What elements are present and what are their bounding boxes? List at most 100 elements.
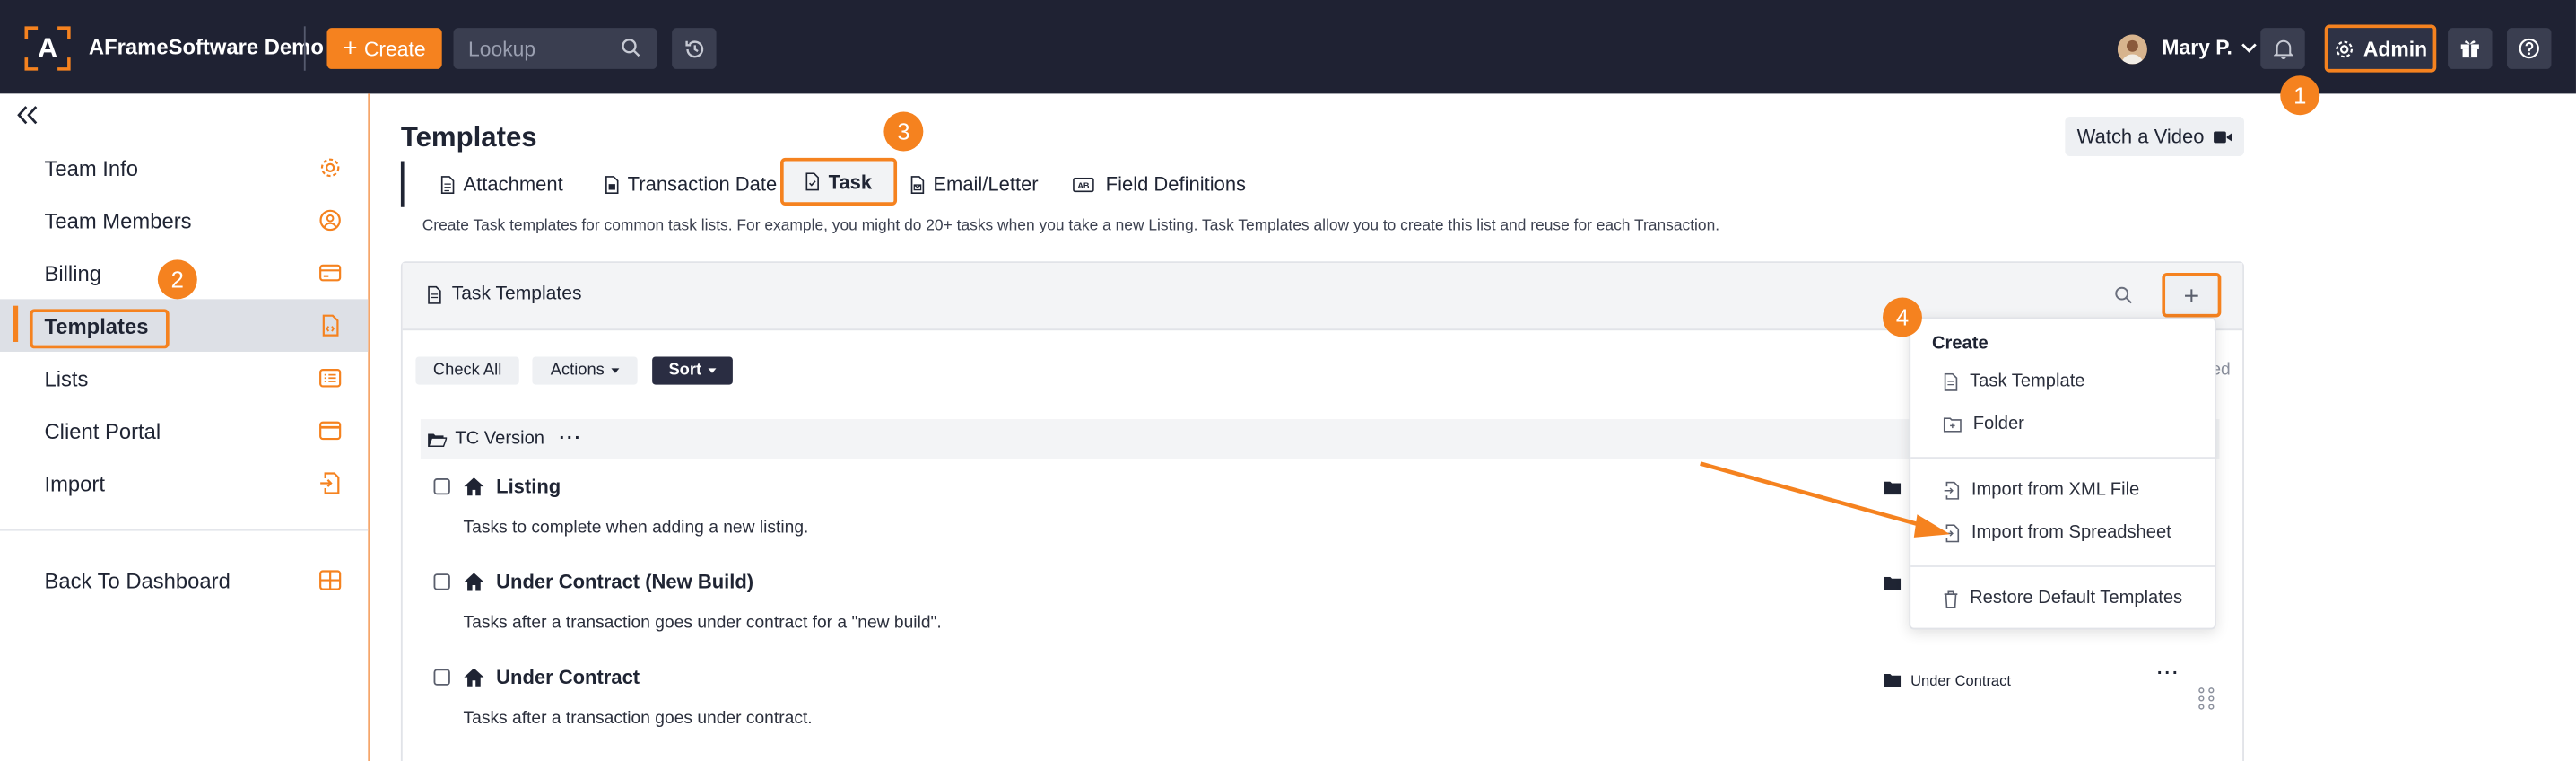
menu-item-label: Restore Default Templates [1970, 588, 2183, 608]
annotation-arrow [1693, 457, 1971, 547]
search-icon[interactable] [621, 38, 640, 57]
sort-dropdown[interactable]: Sort [652, 356, 733, 385]
tab-task[interactable]: Task [780, 157, 898, 206]
add-template-button[interactable] [2162, 273, 2222, 318]
app-name: AFrameSoftware Demo [88, 34, 324, 59]
check-all-button[interactable]: Check All [415, 356, 519, 385]
sidebar-item-import[interactable]: Import [0, 459, 368, 508]
actions-dropdown[interactable]: Actions [532, 356, 638, 385]
panel-search-icon[interactable] [2114, 286, 2132, 304]
avatar[interactable] [2117, 34, 2147, 65]
task-checkbox[interactable] [433, 477, 450, 495]
document-icon [427, 284, 441, 303]
menu-item-import-spreadsheet[interactable]: Import from Spreadsheet [1944, 522, 2171, 542]
sidebar-item-team-info[interactable]: Team Info [0, 143, 368, 192]
home-icon [464, 477, 485, 496]
task-row-under-contract[interactable]: Under Contract [464, 666, 640, 688]
sidebar-divider [0, 529, 369, 531]
folder-label: TC Version [455, 429, 545, 450]
back-to-dashboard-label: Back To Dashboard [44, 567, 231, 593]
home-icon [464, 668, 485, 687]
tab-label: Attachment [463, 172, 563, 196]
caret-down-icon [708, 368, 717, 373]
menu-item-label: Folder [1972, 414, 2024, 434]
sidebar-item-client-portal[interactable]: Client Portal [0, 406, 368, 455]
callout-badge-4: 4 [1883, 297, 1922, 337]
video-camera-icon [2213, 129, 2232, 144]
history-button[interactable] [672, 28, 717, 69]
panel-title: Task Templates [427, 284, 581, 304]
panel-title-label: Task Templates [451, 284, 582, 304]
collapse-sidebar-icon[interactable] [16, 105, 39, 125]
menu-item-restore-defaults[interactable]: Restore Default Templates [1944, 589, 2182, 608]
tabs-accent-line [400, 161, 405, 207]
tab-label: Transaction Date [627, 172, 778, 196]
watch-video-button[interactable]: Watch a Video [2065, 117, 2244, 157]
tab-transaction-date[interactable]: Transaction Date [605, 164, 777, 204]
create-label: Create [363, 37, 426, 60]
menu-separator [1910, 565, 2215, 567]
menu-item-folder[interactable]: Folder [1943, 414, 2024, 434]
list-icon [318, 366, 342, 389]
create-button[interactable]: + Create [326, 28, 442, 69]
bell-icon [2273, 38, 2293, 59]
menu-item-task-template[interactable]: Task Template [1944, 372, 2085, 391]
dropdown-header: Create [1931, 333, 1989, 354]
lookup-input[interactable] [453, 28, 618, 69]
tab-field-definitions[interactable]: AB Field Definitions [1073, 164, 1246, 204]
tab-label: Email/Letter [933, 172, 1039, 196]
svg-text:AB: AB [1077, 180, 1090, 189]
task-title: Listing [496, 475, 561, 498]
document-icon [910, 175, 925, 194]
help-button[interactable] [2507, 28, 2552, 69]
back-to-dashboard-link[interactable]: Back To Dashboard [0, 555, 368, 605]
admin-label: Admin [2363, 37, 2428, 60]
tab-label: Task [828, 170, 873, 194]
gift-button[interactable] [2448, 28, 2493, 69]
user-menu[interactable]: Mary P. [2162, 36, 2257, 59]
menu-item-label: Import from Spreadsheet [1971, 522, 2171, 543]
gift-icon [2459, 38, 2481, 59]
menu-item-import-xml[interactable]: Import from XML File [1944, 480, 2139, 500]
task-row-listing[interactable]: Listing [464, 475, 561, 498]
folder-add-icon [1943, 416, 1962, 432]
task-checkbox[interactable] [433, 573, 450, 590]
folder-open-icon [427, 432, 448, 447]
more-options-icon[interactable]: ··· [560, 429, 583, 449]
sort-label: Sort [668, 361, 702, 380]
plus-icon: + [343, 34, 358, 63]
sidebar-item-label: Team Info [44, 155, 139, 180]
document-icon [440, 175, 455, 194]
task-description: Tasks after a transaction goes under con… [463, 708, 813, 729]
task-checkbox[interactable] [433, 669, 450, 686]
more-options-icon[interactable]: ··· [2157, 664, 2180, 684]
caret-down-icon [611, 368, 620, 373]
tab-email-letter[interactable]: Email/Letter [910, 164, 1039, 204]
sidebar-item-lists[interactable]: Lists [0, 354, 368, 403]
document-code-icon [318, 314, 342, 337]
folder-icon [1884, 673, 1902, 687]
lookup-field[interactable] [453, 28, 657, 69]
notifications-button[interactable] [2260, 28, 2305, 69]
dashboard-grid-icon [318, 569, 342, 592]
drag-handle-icon[interactable] [2198, 687, 2215, 711]
tab-attachment[interactable]: Attachment [440, 164, 563, 204]
field-ab-icon: AB [1073, 176, 1094, 192]
sidebar-item-label: Billing [44, 260, 101, 285]
trash-icon [1944, 590, 1958, 608]
plus-icon [2183, 287, 2199, 303]
admin-button[interactable]: Admin [2324, 24, 2437, 73]
task-description: Tasks to complete when adding a new list… [463, 517, 809, 538]
page-title: Templates [400, 121, 537, 153]
sidebar-item-label: Import [44, 470, 105, 496]
folder-icon [1884, 576, 1902, 590]
browser-window-icon [318, 419, 342, 442]
topbar-divider [303, 26, 306, 71]
callout-badge-3: 3 [883, 111, 924, 152]
task-row-under-contract-new-build[interactable]: Under Contract (New Build) [464, 571, 753, 593]
page-description: Create Task templates for common task li… [422, 216, 1720, 235]
task-description: Tasks after a transaction goes under con… [463, 613, 942, 634]
check-all-label: Check All [432, 361, 502, 380]
menu-item-label: Import from XML File [1971, 479, 2140, 500]
sidebar-item-team-members[interactable]: Team Members [0, 196, 368, 245]
